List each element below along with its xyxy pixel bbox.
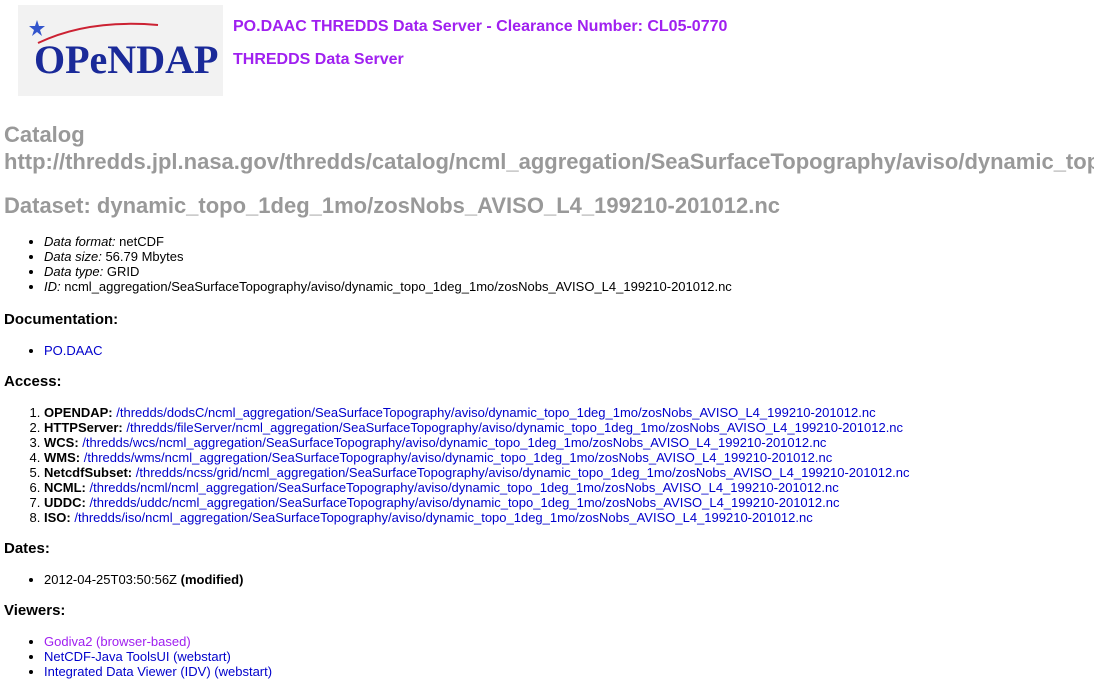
access-link[interactable]: /thredds/wcs/ncml_aggregation/SeaSurface… <box>82 435 826 450</box>
service-name: ISO: <box>44 510 71 525</box>
access-item-httpserver: HTTPServer: /thredds/fileServer/ncml_agg… <box>44 420 1094 435</box>
viewer-link-idv[interactable]: Integrated Data Viewer (IDV) (webstart) <box>44 664 272 679</box>
viewers-heading: Viewers: <box>4 602 66 619</box>
viewer-link-toolsui[interactable]: NetCDF-Java ToolsUI (webstart) <box>44 649 231 664</box>
dates-heading: Dates: <box>4 540 50 557</box>
date-type: (modified) <box>180 572 244 587</box>
field-value: ncml_aggregation/SeaSurfaceTopography/av… <box>64 279 732 294</box>
service-name: UDDC: <box>44 495 86 510</box>
access-link[interactable]: /thredds/iso/ncml_aggregation/SeaSurface… <box>74 510 812 525</box>
service-name: NetcdfSubset: <box>44 465 133 480</box>
server-subtitle: THREDDS Data Server <box>233 51 404 68</box>
access-link[interactable]: /thredds/wms/ncml_aggregation/SeaSurface… <box>84 450 832 465</box>
access-link[interactable]: /thredds/dodsC/ncml_aggregation/SeaSurfa… <box>116 405 875 420</box>
server-title: PO.DAAC THREDDS Data Server - Clearance … <box>233 18 728 35</box>
service-name: WCS: <box>44 435 79 450</box>
list-item: ID: ncml_aggregation/SeaSurfaceTopograph… <box>44 279 1094 294</box>
field-label: Data size: <box>44 249 102 264</box>
documentation-heading: Documentation: <box>4 311 119 328</box>
service-name: HTTPServer: <box>44 420 123 435</box>
service-name: OPENDAP: <box>44 405 113 420</box>
access-link[interactable]: /thredds/fileServer/ncml_aggregation/Sea… <box>126 420 903 435</box>
service-name: NCML: <box>44 480 86 495</box>
field-label: Data format: <box>44 234 116 249</box>
access-item-opendap: OPENDAP: /thredds/dodsC/ncml_aggregation… <box>44 405 1094 420</box>
opendap-logo[interactable]: OPeNDAP <box>18 5 223 96</box>
main-content: Catalog http://thredds.jpl.nasa.gov/thre… <box>4 121 1094 679</box>
access-link[interactable]: /thredds/uddc/ncml_aggregation/SeaSurfac… <box>90 495 840 510</box>
access-heading: Access: <box>4 373 62 390</box>
access-link[interactable]: /thredds/ncss/grid/ncml_aggregation/SeaS… <box>136 465 910 480</box>
logo-text: OPeNDAP <box>34 37 218 82</box>
list-item: Data type: GRID <box>44 264 1094 279</box>
field-value: 56.79 Mbytes <box>105 249 184 264</box>
access-item-uddc: UDDC: /thredds/uddc/ncml_aggregation/Sea… <box>44 495 1094 510</box>
list-item: Integrated Data Viewer (IDV) (webstart) <box>44 664 1094 679</box>
viewers-list: Godiva2 (browser-based) NetCDF-Java Tool… <box>4 634 1094 679</box>
catalog-heading: Catalog http://thredds.jpl.nasa.gov/thre… <box>4 121 1094 175</box>
access-item-wms: WMS: /thredds/wms/ncml_aggregation/SeaSu… <box>44 450 1094 465</box>
access-list: OPENDAP: /thredds/dodsC/ncml_aggregation… <box>4 405 1094 525</box>
list-item: Data size: 56.79 Mbytes <box>44 249 1094 264</box>
catalog-url: http://thredds.jpl.nasa.gov/thredds/cata… <box>4 149 1094 174</box>
page-header: OPeNDAP PO.DAAC THREDDS Data Server - Cl… <box>18 5 1088 97</box>
field-value: GRID <box>106 264 140 279</box>
service-name: WMS: <box>44 450 81 465</box>
field-label: Data type: <box>44 264 104 279</box>
list-item: Godiva2 (browser-based) <box>44 634 1094 649</box>
access-item-ncml: NCML: /thredds/ncml/ncml_aggregation/Sea… <box>44 480 1094 495</box>
podaac-link[interactable]: PO.DAAC <box>44 343 103 358</box>
dates-list: 2012-04-25T03:50:56Z (modified) <box>4 572 1094 587</box>
date-value: 2012-04-25T03:50:56Z <box>44 572 177 587</box>
field-value: netCDF <box>119 234 164 249</box>
access-item-iso: ISO: /thredds/iso/ncml_aggregation/SeaSu… <box>44 510 1094 525</box>
list-item: NetCDF-Java ToolsUI (webstart) <box>44 649 1094 664</box>
logo-star-icon: OPeNDAP <box>29 20 218 82</box>
documentation-list: PO.DAAC <box>4 343 1094 358</box>
list-item: PO.DAAC <box>44 343 1094 358</box>
viewer-link-godiva2[interactable]: Godiva2 (browser-based) <box>44 634 191 649</box>
catalog-label: Catalog <box>4 122 85 147</box>
list-item: Data format: netCDF <box>44 234 1094 249</box>
access-item-wcs: WCS: /thredds/wcs/ncml_aggregation/SeaSu… <box>44 435 1094 450</box>
access-item-netcdfsubset: NetcdfSubset: /thredds/ncss/grid/ncml_ag… <box>44 465 1094 480</box>
list-item: 2012-04-25T03:50:56Z (modified) <box>44 572 1094 587</box>
dataset-metadata-list: Data format: netCDF Data size: 56.79 Mby… <box>4 234 1094 294</box>
dataset-heading: Dataset: dynamic_topo_1deg_1mo/zosNobs_A… <box>4 193 781 218</box>
access-link[interactable]: /thredds/ncml/ncml_aggregation/SeaSurfac… <box>90 480 839 495</box>
field-label: ID: <box>44 279 61 294</box>
